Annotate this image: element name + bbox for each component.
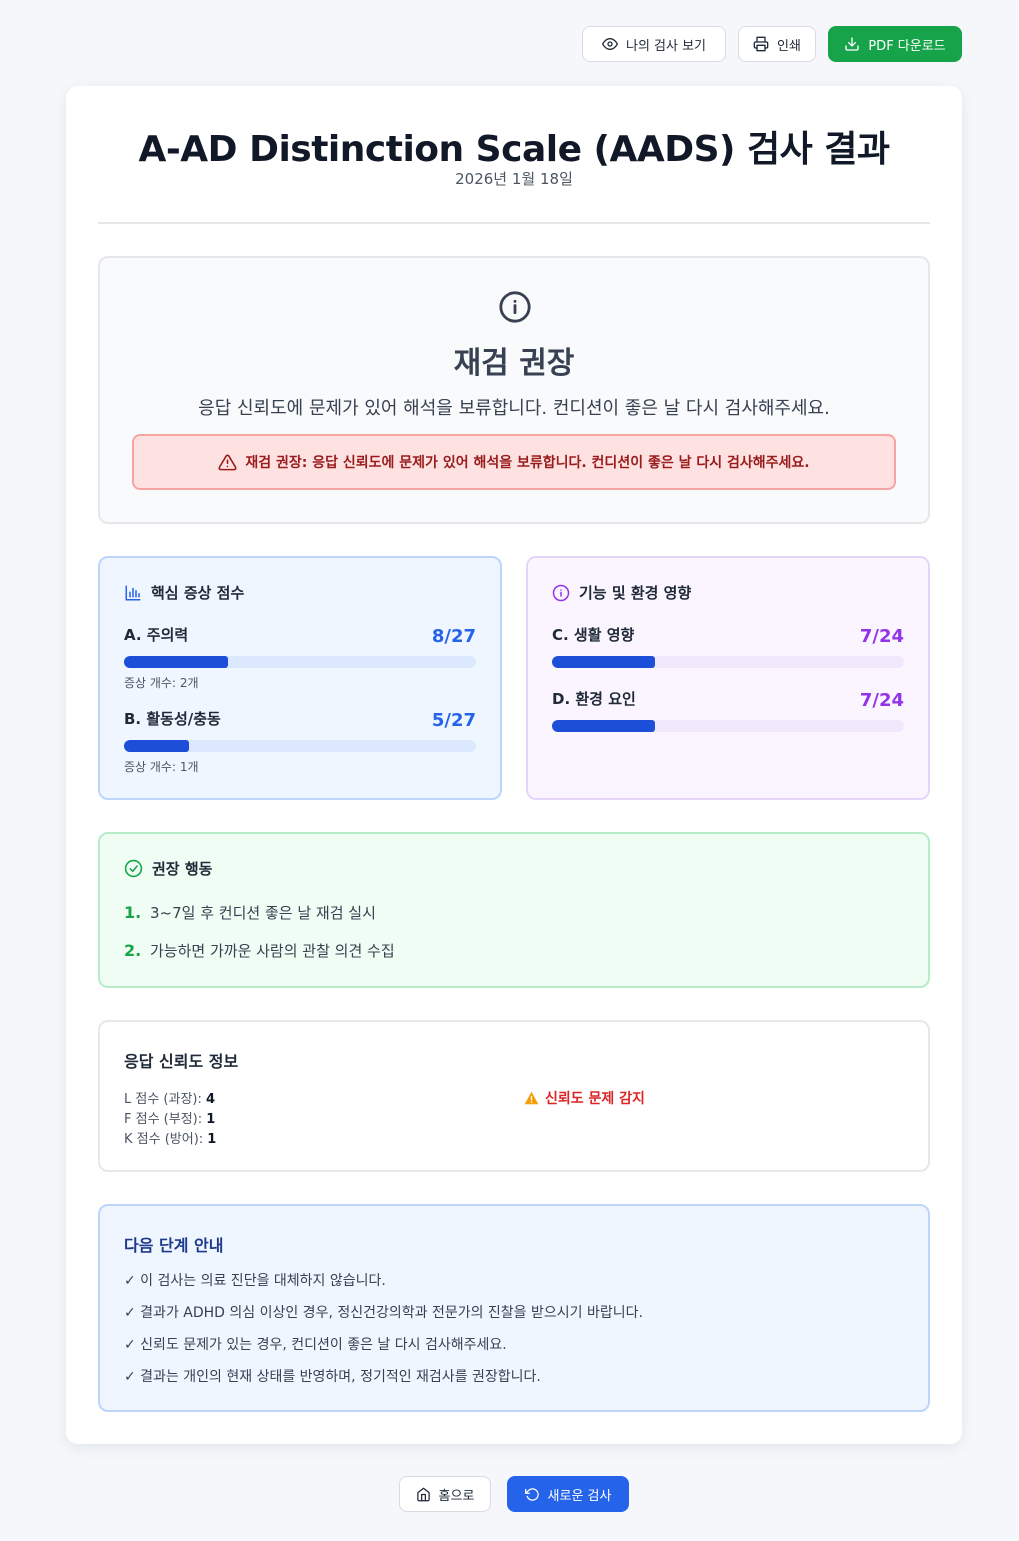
list-item: ✓ 신뢰도 문제가 있는 경우, 컨디션이 좋은 날 다시 검사해주세요. xyxy=(124,1337,507,1353)
score-bar-fill xyxy=(552,720,655,732)
score-bar xyxy=(552,720,904,732)
reliability-row: K 점수 (방어): 1 xyxy=(124,1130,216,1150)
info-circle-icon xyxy=(499,291,531,323)
test-date: 2026년 1월 18일 xyxy=(455,170,573,188)
retest-alert-text: 재검 권장: 응답 신뢰도에 문제가 있어 해석을 보류합니다. 컨디션이 좋은… xyxy=(245,455,810,471)
list-item: ✓ 결과는 개인의 현재 상태를 반영하며, 정기적인 재검사를 권장합니다. xyxy=(124,1369,541,1385)
score-bar xyxy=(124,656,476,668)
home-button[interactable]: 홈으로 xyxy=(399,1476,491,1512)
new-test-label: 새로운 검사 xyxy=(547,1488,612,1504)
function-header: 기능 및 환경 영향 xyxy=(552,582,691,603)
print-label: 인쇄 xyxy=(777,38,801,54)
next-steps-list: ✓ 이 검사는 의료 진단을 대체하지 않습니다. ✓ 결과가 ADHD 의심 … xyxy=(124,1270,643,1398)
recommended-actions-panel: 권장 행동 1. 3~7일 후 컨디션 좋은 날 재검 실시 2. 가능하면 가… xyxy=(98,832,930,988)
reliability-warning: 신뢰도 문제 감지 xyxy=(524,1088,645,1108)
reliability-label: K 점수 (방어): xyxy=(124,1132,204,1147)
warning-icon xyxy=(524,1091,539,1105)
score-value: 7/24 xyxy=(859,626,904,647)
info-circle-icon xyxy=(552,584,570,601)
score-bar-fill xyxy=(124,656,229,668)
core-symptom-header: 핵심 증상 점수 xyxy=(124,582,244,603)
verdict-panel: 재검 권장 응답 신뢰도에 문제가 있어 해석을 보류합니다. 컨디션이 좋은 … xyxy=(98,256,930,524)
result-card: A-AD Distinction Scale (AADS) 검사 결과 2026… xyxy=(66,86,962,1444)
reliability-row: L 점수 (과장): 4 xyxy=(124,1090,216,1110)
list-item: ✓ 이 검사는 의료 진단을 대체하지 않습니다. xyxy=(124,1273,386,1289)
reliability-value: 4 xyxy=(206,1092,216,1107)
list-number: 2. xyxy=(124,941,142,960)
next-steps-title: 다음 단계 안내 xyxy=(124,1236,224,1255)
warning-triangle-icon xyxy=(218,454,237,470)
score-row-hyperactivity: B. 활동성/충동 5/27 증상 개수: 1개 xyxy=(124,708,476,774)
bar-chart-icon xyxy=(125,585,141,600)
core-symptom-panel: 핵심 증상 점수 A. 주의력 8/27 증상 개수: 2개 B. 활동성/충동… xyxy=(98,556,502,800)
score-row-attention: A. 주의력 8/27 증상 개수: 2개 xyxy=(124,624,476,690)
verdict-title: 재검 권장 xyxy=(453,346,575,381)
view-my-tests-button[interactable]: 나의 검사 보기 xyxy=(582,26,726,62)
eye-icon xyxy=(601,38,618,50)
list-item: 1. 3~7일 후 컨디션 좋은 날 재검 실시 xyxy=(124,902,395,940)
reliability-row: F 점수 (부정): 1 xyxy=(124,1110,216,1130)
score-value: 5/27 xyxy=(431,710,476,731)
list-text: 3~7일 후 컨디션 좋은 날 재검 실시 xyxy=(150,904,376,922)
score-value: 8/27 xyxy=(431,626,476,647)
reliability-label: L 점수 (과장): xyxy=(124,1092,202,1107)
score-label: A. 주의력 xyxy=(124,626,189,644)
list-text: 가능하면 가까운 사람의 관찰 의견 수집 xyxy=(150,942,395,960)
reliability-value: 1 xyxy=(207,1132,217,1147)
home-label: 홈으로 xyxy=(438,1488,475,1504)
score-label: B. 활동성/충동 xyxy=(124,710,221,728)
page-title: A-AD Distinction Scale (AADS) 검사 결과 xyxy=(138,129,890,170)
score-value: 7/24 xyxy=(859,690,904,711)
header-divider xyxy=(98,222,930,224)
actions-list: 1. 3~7일 후 컨디션 좋은 날 재검 실시 2. 가능하면 가까운 사람의… xyxy=(124,902,395,978)
reliability-scores: L 점수 (과장): 4 F 점수 (부정): 1 K 점수 (방어): 1 xyxy=(124,1090,216,1150)
next-steps-panel: 다음 단계 안내 ✓ 이 검사는 의료 진단을 대체하지 않습니다. ✓ 결과가… xyxy=(98,1204,930,1412)
score-label: D. 환경 요인 xyxy=(552,690,636,708)
retest-alert: 재검 권장: 응답 신뢰도에 문제가 있어 해석을 보류합니다. 컨디션이 좋은… xyxy=(132,434,896,490)
core-symptom-title: 핵심 증상 점수 xyxy=(151,584,245,602)
score-row-life-impact: C. 생활 영향 7/24 xyxy=(552,624,904,672)
reliability-value: 1 xyxy=(206,1112,216,1127)
actions-header: 권장 행동 xyxy=(124,858,212,879)
list-item: 2. 가능하면 가까운 사람의 관찰 의견 수집 xyxy=(124,940,395,978)
score-bar-fill xyxy=(124,740,190,752)
view-my-tests-label: 나의 검사 보기 xyxy=(625,38,707,54)
score-label: C. 생활 영향 xyxy=(552,626,635,644)
score-bar xyxy=(124,740,476,752)
reliability-label: F 점수 (부정): xyxy=(124,1112,203,1127)
pdf-download-button[interactable]: PDF 다운로드 xyxy=(828,26,962,62)
home-icon xyxy=(416,1487,430,1501)
new-test-button[interactable]: 새로운 검사 xyxy=(507,1476,629,1512)
reliability-title: 응답 신뢰도 정보 xyxy=(124,1052,239,1071)
pdf-download-label: PDF 다운로드 xyxy=(868,38,946,54)
reliability-panel: 응답 신뢰도 정보 L 점수 (과장): 4 F 점수 (부정): 1 K 점수… xyxy=(98,1020,930,1172)
score-bar-fill xyxy=(552,656,655,668)
actions-title: 권장 행동 xyxy=(152,860,213,878)
download-icon xyxy=(845,37,860,51)
list-number: 1. xyxy=(124,903,142,922)
refresh-icon xyxy=(524,1487,539,1501)
print-button[interactable]: 인쇄 xyxy=(738,26,816,62)
symptom-count: 증상 개수: 2개 xyxy=(124,676,199,690)
score-bar xyxy=(552,656,904,668)
verdict-description: 응답 신뢰도에 문제가 있어 해석을 보류합니다. 컨디션이 좋은 날 다시 검… xyxy=(198,398,830,419)
symptom-count: 증상 개수: 1개 xyxy=(124,760,199,774)
reliability-warning-text: 신뢰도 문제 감지 xyxy=(545,1091,645,1107)
function-title: 기능 및 환경 영향 xyxy=(579,584,692,602)
list-item: ✓ 결과가 ADHD 의심 이상인 경우, 정신건강의학과 전문가의 진찰을 받… xyxy=(124,1305,643,1321)
function-environment-panel: 기능 및 환경 영향 C. 생활 영향 7/24 D. 환경 요인 7/24 xyxy=(526,556,930,800)
check-circle-icon xyxy=(124,859,143,878)
printer-icon xyxy=(753,36,769,52)
score-row-environment: D. 환경 요인 7/24 xyxy=(552,688,904,736)
